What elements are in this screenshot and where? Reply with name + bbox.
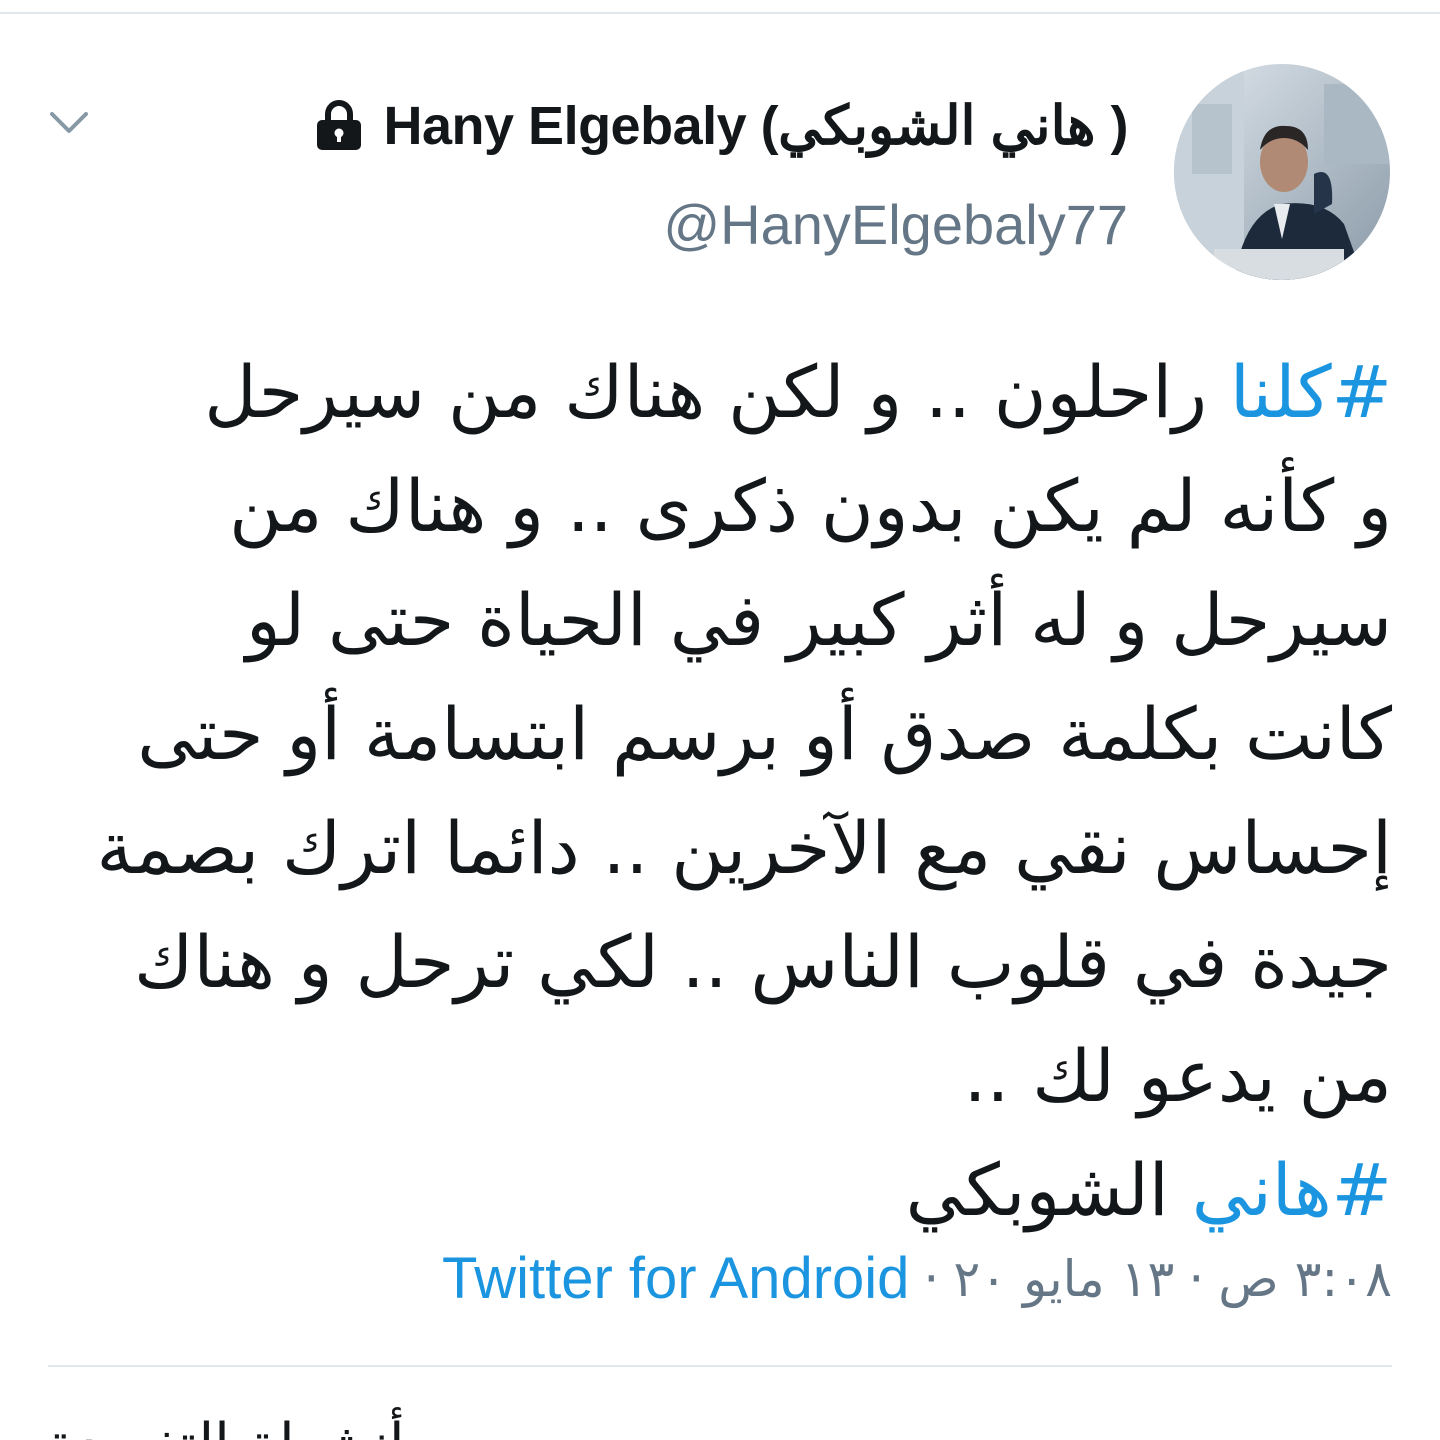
tweet-date: ١٣ مايو ٢٠ <box>953 1249 1175 1308</box>
tweet-text-line: إحساس نقي مع الآخرين .. دائما اترك بصمة <box>96 806 1392 890</box>
tweet-text-segment: الشوبكي <box>905 1148 1192 1232</box>
author-handle[interactable]: @HanyElgebaly77 <box>663 192 1128 257</box>
tweet-text-line: كانت بكلمة صدق أو برسم ابتسامة أو حتى <box>137 692 1392 776</box>
tweet-text-line: و كأنه لم يكن بدون ذكرى .. و هناك من <box>229 464 1392 548</box>
tweet-source-link[interactable]: Twitter for Android <box>442 1245 909 1312</box>
lock-icon <box>316 100 361 150</box>
meta-separator: · <box>1188 1249 1205 1308</box>
hashtag-link[interactable]: #هاني <box>1192 1148 1392 1232</box>
hashtag-link[interactable]: #كلنا <box>1230 350 1392 434</box>
tweet-text-line: من يدعو لك .. <box>963 1034 1392 1118</box>
tweet-activity-link[interactable]: ... أنشطة التغريدة <box>48 1412 476 1440</box>
section-divider <box>48 1365 1392 1367</box>
tweet-text-line: جيدة في قلوب الناس .. لكي ترحل و هناك <box>133 920 1392 1004</box>
tweet-text-segment: راحلون .. و لكن هناك من سيرحل <box>204 350 1230 434</box>
tweet-author-header[interactable]: Hany Elgebaly (هاني الشوبكي ) <box>312 90 1129 160</box>
tweet-time: ٣:٠٨ ص <box>1218 1249 1392 1308</box>
chevron-down-icon[interactable] <box>44 100 94 144</box>
avatar[interactable] <box>1174 64 1390 280</box>
tweet-metadata: ٣:٠٨ ص · ١٣ مايو ٢٠ · Twitter for Androi… <box>442 1245 1392 1312</box>
meta-separator: · <box>923 1249 940 1308</box>
top-divider <box>0 12 1440 14</box>
author-display-name[interactable]: Hany Elgebaly (هاني الشوبكي ) <box>384 94 1129 157</box>
tweet-detail-page: Hany Elgebaly (هاني الشوبكي ) @HanyElgeb… <box>0 0 1440 1440</box>
tweet-text: #كلنا راحلون .. و لكن هناك من سيرحل و كأ… <box>32 335 1392 1247</box>
tweet-text-line: سيرحل و له أثر كبير في الحياة حتى لو <box>245 578 1392 662</box>
tweet-text-line: #كلنا راحلون .. و لكن هناك من سيرحل <box>32 335 1392 449</box>
tweet-text-line: #هاني الشوبكي <box>32 1133 1392 1247</box>
